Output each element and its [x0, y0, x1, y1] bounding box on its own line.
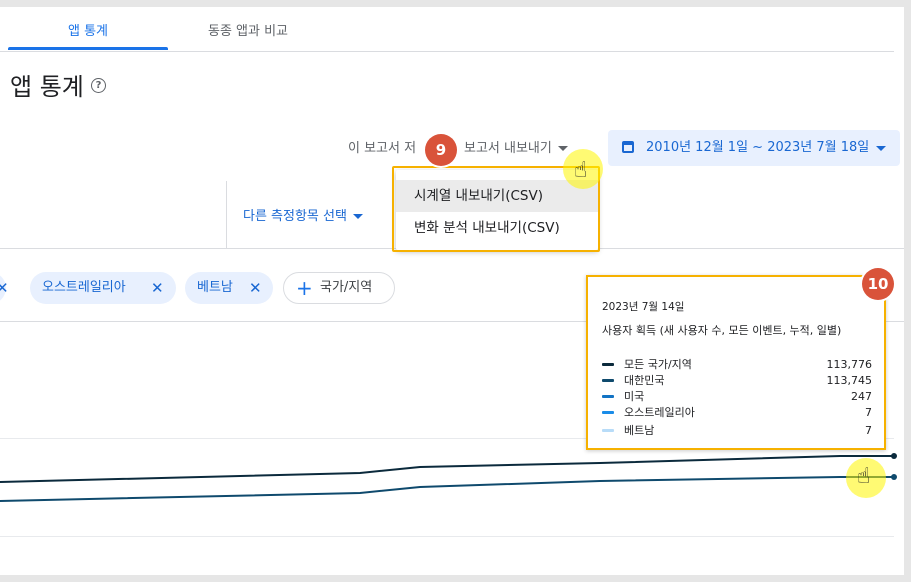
country-chip: 베트남 ✕ [185, 272, 273, 304]
chart-gridline [0, 536, 894, 537]
series-point [891, 474, 897, 480]
export-report-label: 보고서 내보내기 [464, 141, 552, 156]
save-report-label[interactable]: 이 보고서 저 [348, 137, 416, 156]
series-swatch [602, 429, 614, 432]
series-swatch [602, 379, 614, 382]
add-country-chip[interactable]: + 국가/지역 [283, 272, 395, 304]
hand-cursor-icon: ☝ [857, 464, 871, 489]
series-swatch [602, 395, 614, 398]
help-circle-icon[interactable]: ? [91, 78, 106, 93]
chart-tooltip: 2023년 7월 14일 사용자 획득 (새 사용자 수, 모든 이벤트, 누적… [586, 275, 886, 450]
series-swatch [602, 411, 614, 414]
tooltip-row: 미국 247 [602, 389, 872, 405]
caret-down-icon [557, 146, 568, 151]
tooltip-row: 대한민국 113,745 [602, 373, 872, 389]
tooltip-row: 오스트레일리아 7 [602, 405, 872, 421]
close-icon[interactable]: ✕ [151, 272, 164, 304]
series-swatch [602, 363, 614, 366]
date-range-label: 2010년 12월 1일 ~ 2023년 7월 18일 [646, 140, 870, 155]
step-badge: 9 [425, 134, 457, 166]
tooltip-date: 2023년 7월 14일 [602, 301, 685, 313]
page-title: 앱 통계 [10, 73, 84, 101]
step-badge: 10 [862, 268, 894, 300]
metric-select-dropdown[interactable]: 다른 측정항목 선택 [243, 205, 363, 224]
metric-select-label: 다른 측정항목 선택 [243, 209, 347, 224]
country-chip-partial[interactable]: ✕ [0, 272, 9, 304]
caret-down-icon [352, 214, 363, 219]
tooltip-row: 베트남 7 [602, 423, 872, 439]
export-report-button[interactable]: 보고서 내보내기 [464, 137, 568, 156]
series-line-korea [0, 476, 896, 502]
calendar-icon [622, 141, 634, 153]
tab-app-stats[interactable]: 앱 통계 [8, 7, 168, 51]
chip-label: 베트남 [197, 280, 233, 295]
active-tab-indicator [8, 47, 168, 50]
chip-label: 오스트레일리아 [42, 280, 126, 295]
tab-bar: 앱 통계 동종 앱과 비교 [0, 7, 894, 52]
caret-down-icon [876, 146, 886, 151]
line-chart[interactable] [0, 447, 904, 517]
divider [226, 181, 227, 249]
tab-peer-comparison[interactable]: 동종 앱과 비교 [168, 7, 328, 51]
tooltip-metric: 사용자 획득 (새 사용자 수, 모든 이벤트, 누적, 일별) [602, 324, 842, 337]
date-range-button[interactable]: 2010년 12월 1일 ~ 2023년 7월 18일 [608, 130, 900, 166]
close-icon[interactable]: ✕ [249, 272, 262, 304]
add-country-label: 국가/지역 [320, 280, 373, 295]
close-icon[interactable]: ✕ [0, 272, 9, 304]
app-frame: 앱 통계 동종 앱과 비교 앱 통계 ? 이 보고서 저 보고서 내보내기 20… [0, 7, 904, 575]
hand-cursor-icon: ☝ [574, 158, 588, 183]
country-chip: 오스트레일리아 ✕ [30, 272, 176, 304]
series-point [891, 453, 897, 459]
plus-icon: + [296, 276, 313, 300]
tooltip-row: 모든 국가/지역 113,776 [602, 357, 872, 373]
